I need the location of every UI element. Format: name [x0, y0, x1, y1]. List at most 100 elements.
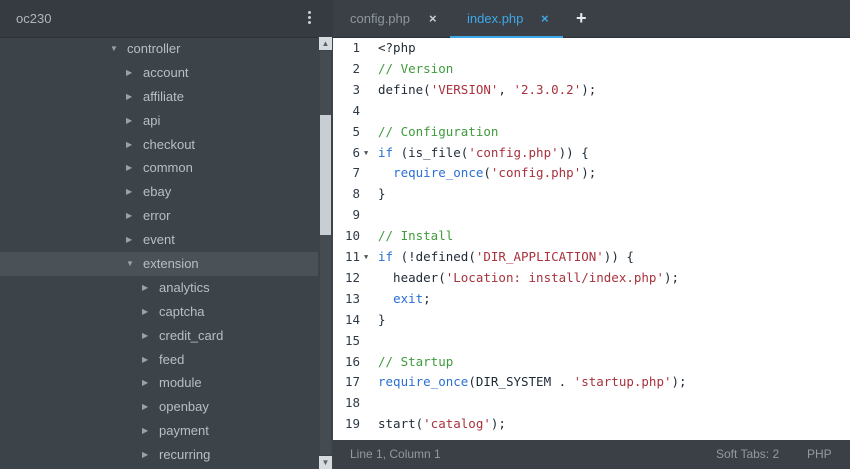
code-editor[interactable]: 1 <?php 2 // Version 3 define('VERSION', '2.3…: [333, 38, 850, 440]
tree-item-openbay[interactable]: ▶ openbay: [0, 395, 318, 419]
code-token: (DIR_SYSTEM .: [468, 374, 574, 390]
tree-item-event[interactable]: ▶ event: [0, 228, 318, 252]
tree-item-extension[interactable]: ▼ extension: [0, 252, 318, 276]
new-tab-plus-icon[interactable]: +: [576, 0, 587, 38]
chevron-right-icon[interactable]: ▶: [126, 228, 132, 252]
code-line[interactable]: 6 ▼ if (is_file('config.php')) {: [333, 143, 850, 164]
tree-item-captcha[interactable]: ▶ captcha: [0, 300, 318, 324]
tree-item-ebay[interactable]: ▶ ebay: [0, 180, 318, 204]
language-mode[interactable]: PHP: [807, 440, 832, 469]
code-token: }: [378, 311, 386, 327]
code-line[interactable]: 14}: [333, 310, 850, 331]
sidebar-menu-icon[interactable]: [302, 9, 316, 29]
chevron-right-icon[interactable]: ▶: [126, 109, 132, 133]
scrollbar-thumb[interactable]: [320, 115, 331, 235]
line-number: 8: [352, 186, 360, 202]
code-line[interactable]: 9: [333, 205, 850, 226]
chevron-right-icon[interactable]: ▶: [142, 348, 148, 372]
tree-item-error[interactable]: ▶ error: [0, 204, 318, 228]
chevron-right-icon[interactable]: ▶: [126, 61, 132, 85]
tree-item-common[interactable]: ▶ common: [0, 156, 318, 180]
chevron-right-icon[interactable]: ▶: [142, 395, 148, 419]
tree-item-module[interactable]: ▶ module: [0, 371, 318, 395]
code-line[interactable]: 13 exit;: [333, 289, 850, 310]
code-line[interactable]: 11 ▼ if (!defined('DIR_APPLICATION')) {: [333, 247, 850, 268]
tree-item-affiliate[interactable]: ▶ affiliate: [0, 85, 318, 109]
code-line[interactable]: 4: [333, 101, 850, 122]
code-token: // Install: [378, 228, 454, 244]
code-token: exit: [393, 290, 424, 306]
chevron-right-icon[interactable]: ▶: [142, 371, 148, 395]
code-line[interactable]: 1 <?php: [333, 38, 850, 59]
chevron-right-icon[interactable]: ▶: [126, 85, 132, 109]
chevron-right-icon[interactable]: ▶: [142, 443, 148, 467]
tree-item-api[interactable]: ▶ api: [0, 109, 318, 133]
tree-item-label: account: [143, 64, 189, 80]
line-number: 13: [344, 290, 360, 306]
chevron-down-icon[interactable]: ▼: [126, 252, 134, 276]
tree-item-label: recurring: [159, 447, 211, 463]
line-number: 10: [344, 228, 360, 244]
chevron-right-icon[interactable]: ▶: [142, 300, 148, 324]
code-token: 'VERSION': [430, 81, 499, 97]
chevron-right-icon[interactable]: ▶: [126, 204, 132, 228]
scrollbar-track[interactable]: [320, 51, 331, 455]
fold-arrow-icon[interactable]: ▼: [364, 143, 368, 164]
tree-item-account[interactable]: ▶ account: [0, 61, 318, 85]
code-token: (!defined(: [393, 249, 476, 264]
code-token: (: [483, 165, 491, 181]
close-icon[interactable]: ×: [541, 0, 549, 38]
tree-item-payment[interactable]: ▶ payment: [0, 419, 318, 443]
code-line[interactable]: 16 // Startup: [333, 352, 850, 373]
tree-item-credit-card[interactable]: ▶ credit_card: [0, 324, 318, 348]
code-line[interactable]: 19 start('catalog');: [333, 414, 850, 435]
code-line[interactable]: 18: [333, 393, 850, 414]
code-token: 'startup.php': [573, 374, 672, 390]
tree-item-recurring[interactable]: ▶ recurring: [0, 443, 318, 467]
code-line[interactable]: 7 require_once('config.php');: [333, 163, 850, 184]
code-line[interactable]: 10 // Install: [333, 226, 850, 247]
tree-item-label: feed: [159, 351, 185, 367]
chevron-right-icon[interactable]: ▶: [142, 324, 148, 348]
project-name[interactable]: oc230: [16, 11, 51, 26]
tree-item-controller[interactable]: ▼ controller: [0, 37, 318, 61]
tab-label: index.php: [467, 11, 524, 26]
sidebar-scrollbar[interactable]: ▲ ▼: [318, 37, 333, 469]
tree-item-checkout[interactable]: ▶ checkout: [0, 133, 318, 157]
chevron-right-icon[interactable]: ▶: [142, 276, 148, 300]
chevron-right-icon[interactable]: ▶: [126, 180, 132, 204]
line-number: 16: [344, 353, 360, 369]
code-text: header('Location: install/index.php');: [378, 268, 679, 289]
code-line[interactable]: 5 // Configuration: [333, 122, 850, 143]
tab-index-php[interactable]: index.php ×: [450, 0, 563, 38]
code-token: );: [581, 165, 597, 181]
tree-item-feed[interactable]: ▶ feed: [0, 348, 318, 372]
code-line[interactable]: 8}: [333, 184, 850, 205]
chevron-right-icon[interactable]: ▶: [126, 156, 132, 180]
code-line[interactable]: 2 // Version: [333, 59, 850, 80]
soft-tabs-setting[interactable]: Soft Tabs: 2: [716, 440, 779, 469]
fold-arrow-icon[interactable]: ▼: [364, 247, 368, 268]
scroll-up-icon[interactable]: ▲: [319, 37, 332, 50]
line-number: 5: [352, 123, 360, 139]
code-text: // Version: [378, 59, 453, 80]
code-token: );: [671, 374, 687, 390]
code-line[interactable]: 12 header('Location: install/index.php')…: [333, 268, 850, 289]
tree-item-label: credit_card: [159, 327, 224, 343]
code-line[interactable]: 3 define('VERSION', '2.3.0.2');: [333, 80, 850, 101]
scroll-down-icon[interactable]: ▼: [319, 456, 332, 469]
close-icon[interactable]: ×: [429, 0, 437, 38]
tree-item-analytics[interactable]: ▶ analytics: [0, 276, 318, 300]
chevron-right-icon[interactable]: ▶: [142, 419, 148, 443]
tab-config-php[interactable]: config.php ×: [333, 0, 450, 38]
code-line[interactable]: 17 require_once(DIR_SYSTEM . 'startup.php…: [333, 372, 850, 393]
code-token: <?php: [378, 40, 416, 55]
chevron-right-icon[interactable]: ▶: [126, 133, 132, 157]
line-number: 7: [352, 165, 360, 181]
chevron-down-icon[interactable]: ▼: [110, 37, 118, 61]
tree-item-label: api: [143, 112, 161, 128]
code-line[interactable]: 15: [333, 331, 850, 352]
tree-item-label: captcha: [159, 303, 205, 319]
code-token: 'config.php': [490, 165, 582, 181]
